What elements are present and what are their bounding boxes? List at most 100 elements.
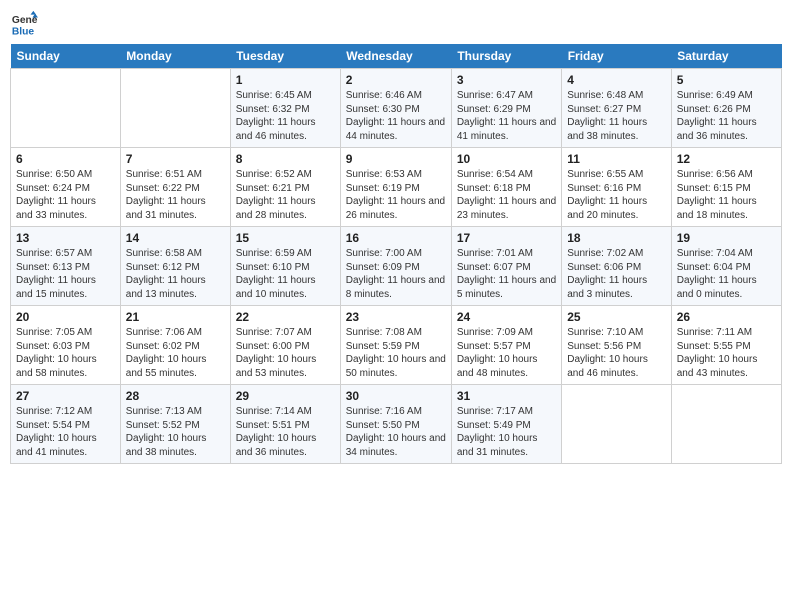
- day-info: Sunrise: 6:54 AM Sunset: 6:18 PM Dayligh…: [457, 168, 556, 222]
- calendar-cell: 9Sunrise: 6:53 AM Sunset: 6:19 PM Daylig…: [340, 148, 451, 227]
- week-row-0: 1Sunrise: 6:45 AM Sunset: 6:32 PM Daylig…: [11, 69, 782, 148]
- week-row-4: 27 Sunrise: 7:12 AM Sunset: 5:54 PM Dayli…: [11, 385, 782, 464]
- calendar-cell: 30Sunrise: 7:16 AM Sunset: 5:50 PM Dayli…: [340, 385, 451, 464]
- svg-text:Blue: Blue: [12, 26, 35, 37]
- week-row-3: 20 Sunrise: 7:05 AM Sunset: 6:03 PM Dayli…: [11, 306, 782, 385]
- day-number: 20: [16, 310, 115, 324]
- calendar-cell: 28 Sunrise: 7:13 AM Sunset: 5:52 PM Dayli…: [120, 385, 230, 464]
- day-info: Sunrise: 7:07 AM Sunset: 6:00 PM Dayligh…: [236, 326, 335, 380]
- day-number: 24: [457, 310, 556, 324]
- day-info: Sunrise: 7:01 AM Sunset: 6:07 PM Dayligh…: [457, 247, 556, 301]
- day-info: Sunrise: 7:06 AM Sunset: 6:02 PM Dayligh…: [126, 326, 225, 380]
- day-number: 16: [346, 231, 446, 245]
- calendar-cell: 18 Sunrise: 7:02 AM Sunset: 6:06 PM Dayli…: [562, 227, 672, 306]
- week-row-1: 6 Sunrise: 6:50 AM Sunset: 6:24 PM Daylig…: [11, 148, 782, 227]
- dow-sunday: Sunday: [11, 44, 121, 69]
- days-of-week-header: SundayMondayTuesdayWednesdayThursdayFrid…: [11, 44, 782, 69]
- calendar-cell: 25 Sunrise: 7:10 AM Sunset: 5:56 PM Dayli…: [562, 306, 672, 385]
- day-info: Sunrise: 6:52 AM Sunset: 6:21 PM Dayligh…: [236, 168, 335, 222]
- day-info: Sunrise: 6:50 AM Sunset: 6:24 PM Dayligh…: [16, 168, 115, 222]
- calendar-cell: 12Sunrise: 6:56 AM Sunset: 6:15 PM Dayli…: [671, 148, 781, 227]
- calendar-body: 1Sunrise: 6:45 AM Sunset: 6:32 PM Daylig…: [11, 69, 782, 464]
- calendar-cell: [120, 69, 230, 148]
- calendar-cell: 22 Sunrise: 7:07 AM Sunset: 6:00 PM Dayli…: [230, 306, 340, 385]
- day-info: Sunrise: 7:13 AM Sunset: 5:52 PM Dayligh…: [126, 405, 225, 459]
- day-info: Sunrise: 7:04 AM Sunset: 6:04 PM Dayligh…: [677, 247, 776, 301]
- calendar-cell: 23 Sunrise: 7:08 AM Sunset: 5:59 PM Dayli…: [340, 306, 451, 385]
- calendar-cell: 3 Sunrise: 6:47 AM Sunset: 6:29 PM Daylig…: [451, 69, 561, 148]
- day-info: Sunrise: 7:12 AM Sunset: 5:54 PM Dayligh…: [16, 405, 115, 459]
- day-number: 29: [236, 389, 335, 403]
- calendar-cell: 10Sunrise: 6:54 AM Sunset: 6:18 PM Dayli…: [451, 148, 561, 227]
- calendar-cell: 11 Sunrise: 6:55 AM Sunset: 6:16 PM Dayli…: [562, 148, 672, 227]
- day-number: 7: [126, 152, 225, 166]
- day-info: Sunrise: 6:58 AM Sunset: 6:12 PM Dayligh…: [126, 247, 225, 301]
- dow-monday: Monday: [120, 44, 230, 69]
- day-info: Sunrise: 7:00 AM Sunset: 6:09 PM Dayligh…: [346, 247, 446, 301]
- day-number: 3: [457, 73, 556, 87]
- day-number: 25: [567, 310, 666, 324]
- day-number: 13: [16, 231, 115, 245]
- day-number: 4: [567, 73, 666, 87]
- day-info: Sunrise: 6:53 AM Sunset: 6:19 PM Dayligh…: [346, 168, 446, 222]
- calendar-cell: 29 Sunrise: 7:14 AM Sunset: 5:51 PM Dayli…: [230, 385, 340, 464]
- day-number: 23: [346, 310, 446, 324]
- day-info: Sunrise: 6:49 AM Sunset: 6:26 PM Dayligh…: [677, 89, 776, 143]
- day-number: 15: [236, 231, 335, 245]
- day-info: Sunrise: 6:55 AM Sunset: 6:16 PM Dayligh…: [567, 168, 666, 222]
- day-number: 1: [236, 73, 335, 87]
- day-info: Sunrise: 6:51 AM Sunset: 6:22 PM Dayligh…: [126, 168, 225, 222]
- calendar-cell: 21 Sunrise: 7:06 AM Sunset: 6:02 PM Dayli…: [120, 306, 230, 385]
- day-info: Sunrise: 7:10 AM Sunset: 5:56 PM Dayligh…: [567, 326, 666, 380]
- calendar-cell: 24Sunrise: 7:09 AM Sunset: 5:57 PM Dayli…: [451, 306, 561, 385]
- logo-icon: General Blue: [10, 10, 38, 38]
- week-row-2: 13 Sunrise: 6:57 AM Sunset: 6:13 PM Dayli…: [11, 227, 782, 306]
- day-info: Sunrise: 6:48 AM Sunset: 6:27 PM Dayligh…: [567, 89, 666, 143]
- calendar-cell: 17 Sunrise: 7:01 AM Sunset: 6:07 PM Dayli…: [451, 227, 561, 306]
- day-number: 19: [677, 231, 776, 245]
- calendar-cell: [562, 385, 672, 464]
- day-info: Sunrise: 7:11 AM Sunset: 5:55 PM Dayligh…: [677, 326, 776, 380]
- day-number: 11: [567, 152, 666, 166]
- calendar-cell: 8 Sunrise: 6:52 AM Sunset: 6:21 PM Daylig…: [230, 148, 340, 227]
- page-header: General Blue: [10, 10, 782, 38]
- dow-friday: Friday: [562, 44, 672, 69]
- calendar-cell: 26 Sunrise: 7:11 AM Sunset: 5:55 PM Dayli…: [671, 306, 781, 385]
- day-number: 27: [16, 389, 115, 403]
- day-info: Sunrise: 7:14 AM Sunset: 5:51 PM Dayligh…: [236, 405, 335, 459]
- calendar-cell: 7 Sunrise: 6:51 AM Sunset: 6:22 PM Daylig…: [120, 148, 230, 227]
- dow-tuesday: Tuesday: [230, 44, 340, 69]
- day-info: Sunrise: 6:47 AM Sunset: 6:29 PM Dayligh…: [457, 89, 556, 143]
- day-number: 6: [16, 152, 115, 166]
- day-number: 14: [126, 231, 225, 245]
- calendar-cell: 4 Sunrise: 6:48 AM Sunset: 6:27 PM Daylig…: [562, 69, 672, 148]
- dow-wednesday: Wednesday: [340, 44, 451, 69]
- calendar-cell: 20 Sunrise: 7:05 AM Sunset: 6:03 PM Dayli…: [11, 306, 121, 385]
- day-info: Sunrise: 7:08 AM Sunset: 5:59 PM Dayligh…: [346, 326, 446, 380]
- calendar-cell: 5 Sunrise: 6:49 AM Sunset: 6:26 PM Daylig…: [671, 69, 781, 148]
- calendar-cell: [671, 385, 781, 464]
- day-number: 5: [677, 73, 776, 87]
- day-info: Sunrise: 7:02 AM Sunset: 6:06 PM Dayligh…: [567, 247, 666, 301]
- day-number: 8: [236, 152, 335, 166]
- calendar-cell: 27 Sunrise: 7:12 AM Sunset: 5:54 PM Dayli…: [11, 385, 121, 464]
- day-number: 18: [567, 231, 666, 245]
- calendar-cell: 13 Sunrise: 6:57 AM Sunset: 6:13 PM Dayli…: [11, 227, 121, 306]
- day-number: 26: [677, 310, 776, 324]
- day-number: 17: [457, 231, 556, 245]
- day-number: 28: [126, 389, 225, 403]
- day-number: 12: [677, 152, 776, 166]
- dow-thursday: Thursday: [451, 44, 561, 69]
- day-number: 22: [236, 310, 335, 324]
- day-number: 31: [457, 389, 556, 403]
- day-info: Sunrise: 7:05 AM Sunset: 6:03 PM Dayligh…: [16, 326, 115, 380]
- calendar-cell: 2Sunrise: 6:46 AM Sunset: 6:30 PM Daylig…: [340, 69, 451, 148]
- day-number: 21: [126, 310, 225, 324]
- calendar-cell: 1Sunrise: 6:45 AM Sunset: 6:32 PM Daylig…: [230, 69, 340, 148]
- logo: General Blue: [10, 10, 38, 38]
- calendar-cell: 19 Sunrise: 7:04 AM Sunset: 6:04 PM Dayli…: [671, 227, 781, 306]
- day-info: Sunrise: 6:59 AM Sunset: 6:10 PM Dayligh…: [236, 247, 335, 301]
- day-info: Sunrise: 6:57 AM Sunset: 6:13 PM Dayligh…: [16, 247, 115, 301]
- calendar-cell: 14 Sunrise: 6:58 AM Sunset: 6:12 PM Dayli…: [120, 227, 230, 306]
- calendar-cell: 15 Sunrise: 6:59 AM Sunset: 6:10 PM Dayli…: [230, 227, 340, 306]
